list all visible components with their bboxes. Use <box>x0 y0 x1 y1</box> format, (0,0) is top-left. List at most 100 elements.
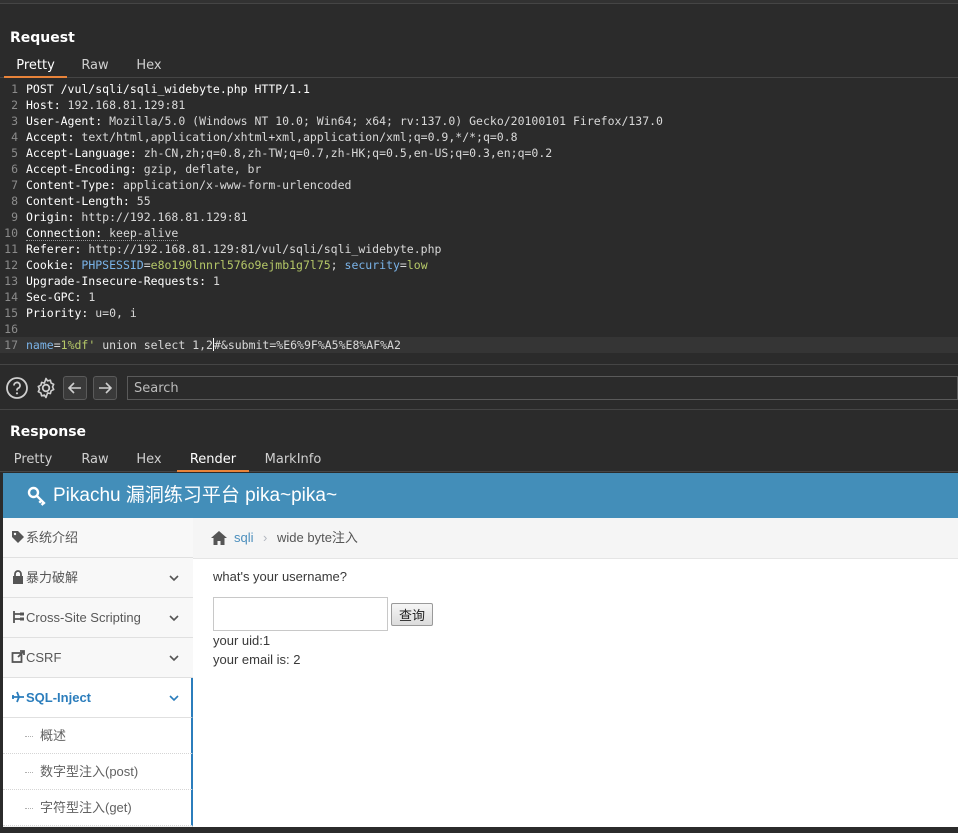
cookie-separator: ; <box>330 258 345 272</box>
sidebar-item-label: 暴力破解 <box>26 570 79 585</box>
request-line: 12 Cookie: PHPSESSID=e8o190lnnrl576o9ejmb… <box>0 257 958 273</box>
line-text: POST /vul/sqli/sqli_widebyte.php HTTP/1.… <box>26 81 310 97</box>
request-line: 6 Accept-Encoding: gzip, deflate, br <box>0 161 958 177</box>
request-line: 14 Sec-GPC: 1 <box>0 289 958 305</box>
response-tab-render[interactable]: Render <box>177 450 249 472</box>
header-name: Origin: <box>26 210 75 224</box>
body-param-value: 1%df' <box>60 338 96 352</box>
submenu-item-string-get[interactable]: 字符型注入(get) <box>3 790 193 826</box>
arrow-right-icon <box>99 382 113 394</box>
sidebar-item-intro[interactable]: 系统介绍 <box>3 518 193 558</box>
response-tab-markinfo[interactable]: MarkInfo <box>256 450 330 472</box>
request-title: Request <box>10 30 75 46</box>
sidebar-item-bruteforce[interactable]: 暴力破解 <box>3 558 193 598</box>
response-tab-pretty[interactable]: Pretty <box>4 450 62 472</box>
share-icon <box>11 650 25 663</box>
line-number: 12 <box>4 258 18 272</box>
next-button[interactable] <box>93 376 117 400</box>
request-line: 7 Content-Type: application/x-www-form-ur… <box>0 177 958 193</box>
header-value: u=0, i <box>88 306 137 320</box>
body-payload: union select 1,2 <box>95 338 213 352</box>
line-number: 10 <box>4 226 18 240</box>
header-value: 55 <box>129 194 151 208</box>
sidebar-item-sqli[interactable]: SQL-Inject <box>3 678 193 718</box>
sidebar: 系统介绍 暴力破解 Cross-Site Scripting CSRF SQL-… <box>3 518 193 827</box>
request-line: 15 Priority: u=0, i <box>0 305 958 321</box>
header-value: 1 <box>206 274 220 288</box>
line-text: Content-Length: 55 <box>26 193 151 209</box>
search-toolbar <box>0 366 958 410</box>
request-editor[interactable]: 1 POST /vul/sqli/sqli_widebyte.php HTTP/1… <box>0 79 958 365</box>
previous-button[interactable] <box>63 376 87 400</box>
header-value: text/html,application/xhtml+xml,applicat… <box>74 130 518 144</box>
response-tabbar: Pretty Raw Hex Render MarkInfo <box>0 450 958 472</box>
search-input[interactable] <box>127 376 958 400</box>
line-text: Origin: http://192.168.81.129:81 <box>26 209 248 225</box>
submenu-item-overview[interactable]: 概述 <box>3 718 193 754</box>
sidebar-item-xss[interactable]: Cross-Site Scripting <box>3 598 193 638</box>
plane-icon <box>12 691 24 703</box>
gear-icon[interactable] <box>34 376 58 400</box>
chevron-down-icon <box>169 655 179 662</box>
line-text: Connection: keep-alive <box>26 225 179 241</box>
main-content: what's your username? 查询 your uid:1 your… <box>193 559 958 827</box>
submenu-item-label: 字符型注入(get) <box>40 800 132 815</box>
line-number: 1 <box>11 82 18 96</box>
body-param-key: name <box>26 338 54 352</box>
submenu-item-label: 概述 <box>40 728 67 743</box>
header-name: Accept-Language: <box>26 146 137 160</box>
request-line: 10 Connection: keep-alive <box>0 225 958 241</box>
request-line: 2 Host: 192.168.81.129:81 <box>0 97 958 113</box>
header-name: Content-Length: <box>26 194 130 208</box>
request-tab-pretty[interactable]: Pretty <box>4 56 67 78</box>
key-icon <box>27 486 46 506</box>
result-email: your email is: 2 <box>213 652 301 667</box>
sidebar-item-csrf[interactable]: CSRF <box>3 638 193 678</box>
line-number: 6 <box>11 162 18 176</box>
line-text: Referer: http://192.168.81.129:81/vul/sq… <box>26 241 441 257</box>
help-icon[interactable] <box>5 376 29 400</box>
header-value: Mozilla/5.0 (Windows NT 10.0; Win64; x64… <box>102 114 663 128</box>
sidebar-item-label: Cross-Site Scripting <box>26 610 141 625</box>
request-tabbar: Pretty Raw Hex <box>0 56 958 78</box>
request-line-text: POST /vul/sqli/sqli_widebyte.php HTTP/1.… <box>26 82 310 96</box>
request-line: 16 <box>0 321 958 337</box>
response-tab-hex[interactable]: Hex <box>126 450 172 472</box>
breadcrumb: sqli › wide byte注入 <box>193 518 958 559</box>
cookie-key: security <box>344 258 400 272</box>
submenu-item-label: 数字型注入(post) <box>40 764 139 779</box>
site-title[interactable]: Pikachu 漏洞练习平台 pika~pika~ <box>53 473 337 518</box>
line-number: 15 <box>4 306 18 320</box>
breadcrumb-link-sqli[interactable]: sqli <box>234 518 254 558</box>
request-line: 5 Accept-Language: zh-CN,zh;q=0.8,zh-TW;q… <box>0 145 958 161</box>
line-number: 16 <box>4 322 18 336</box>
request-tab-raw[interactable]: Raw <box>72 56 118 78</box>
request-line: 13 Upgrade-Insecure-Requests: 1 <box>0 273 958 289</box>
line-text: Sec-GPC: 1 <box>26 289 95 305</box>
query-button[interactable]: 查询 <box>391 603 433 626</box>
line-text: User-Agent: Mozilla/5.0 (Windows NT 10.0… <box>26 113 663 129</box>
line-number: 3 <box>11 114 18 128</box>
result-uid: your uid:1 <box>213 633 271 648</box>
home-icon[interactable] <box>210 530 228 546</box>
rendered-page: Pikachu 漏洞练习平台 pika~pika~ 系统介绍 暴力破解 Cros… <box>3 473 958 827</box>
header-value: 1 <box>81 290 96 304</box>
submenu-item-numeric-post[interactable]: 数字型注入(post) <box>3 754 193 790</box>
line-text: name=1%df' union select 1,2#&submit=%E6%… <box>26 338 401 352</box>
sitemap-icon <box>13 611 24 623</box>
line-text: Accept: text/html,application/xhtml+xml,… <box>26 129 518 145</box>
header-name: Accept-Encoding: <box>26 162 137 176</box>
header-name: User-Agent: <box>26 114 103 128</box>
response-tab-raw[interactable]: Raw <box>72 450 118 472</box>
request-line: 17 name=1%df' union select 1,2#&submit=%E… <box>0 337 958 353</box>
request-tab-hex[interactable]: Hex <box>126 56 172 78</box>
header-value: application/x-www-form-urlencoded <box>116 178 352 192</box>
sidebar-item-label: CSRF <box>26 650 62 665</box>
line-number: 8 <box>11 194 18 208</box>
sidebar-item-label: SQL-Inject <box>26 690 92 705</box>
username-input[interactable] <box>213 597 388 631</box>
line-text: Accept-Encoding: gzip, deflate, br <box>26 161 261 177</box>
sidebar-item-label: 系统介绍 <box>26 530 79 545</box>
breadcrumb-separator: › <box>263 530 268 545</box>
header-name: Connection: <box>26 226 103 241</box>
